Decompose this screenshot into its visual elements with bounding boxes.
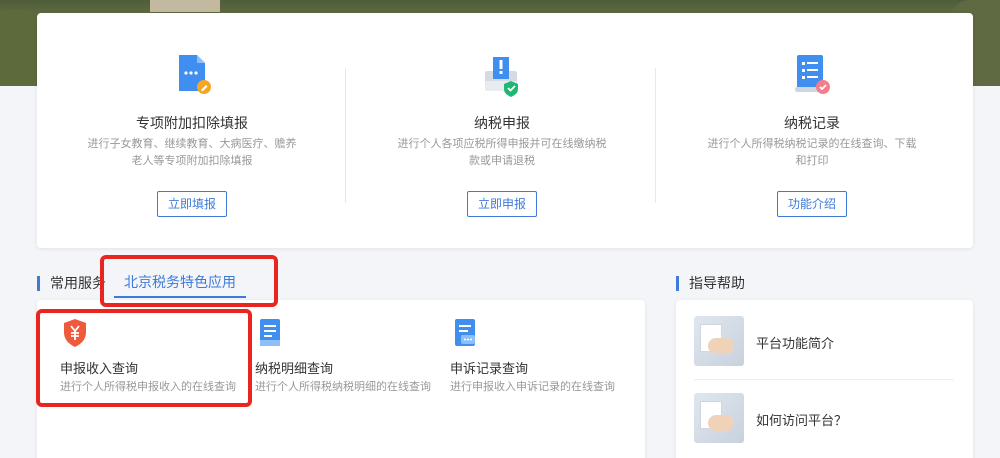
service-title: 纳税申报 [474,116,530,132]
declare-now-button[interactable]: 立即申报 [467,191,537,217]
tax-declaration-icon [479,51,525,97]
feature-intro-button[interactable]: 功能介绍 [777,191,847,217]
document-edit-icon [169,51,215,97]
service-tax-declaration: 纳税申报 进行个人各项应税所得申报并可在线缴纳税款或申请退税 立即申报 [347,13,657,248]
help-item-label: 平台功能简介 [756,337,835,352]
shield-yen-icon [62,318,88,348]
tab-beijing-tax-apps[interactable]: 北京税务特色应用 [114,272,246,298]
service-name: 申报收入查询 [60,362,139,377]
help-header: 指导帮助 [676,272,745,294]
service-name: 申诉记录查询 [450,362,529,377]
service-name: 纳税明细查询 [255,362,334,377]
tax-record-icon [789,51,835,97]
message-document-icon [452,318,478,348]
divider [694,379,954,380]
service-title: 纳税记录 [784,116,840,132]
banner-great-wall [150,0,220,12]
main-services-panel: 专项附加扣除填报 进行子女教育、继续教育、大病医疗、赡养老人等专项附加扣除填报 … [37,13,973,248]
service-subtitle: 进行个人所得税纳税明细的在线查询 [255,380,431,393]
list-document-icon [257,318,283,348]
help-thumbnail [694,316,744,366]
section-marker [37,275,40,291]
service-special-deduction: 专项附加扣除填报 进行子女教育、继续教育、大病医疗、赡养老人等专项附加扣除填报 … [37,13,347,248]
service-title: 专项附加扣除填报 [136,116,248,132]
help-thumbnail [694,393,744,443]
help-item-platform-intro[interactable]: 平台功能简介 [694,316,954,376]
service-subtitle: 进行个人所得税申报收入的在线查询 [60,380,236,393]
help-item-how-to-access[interactable]: 如何访问平台？ [694,393,954,453]
help-title: 指导帮助 [689,276,745,292]
common-services-header: 常用服务 [37,272,106,294]
service-subtitle: 进行申报收入申诉记录的在线查询 [450,380,615,393]
service-appeal-record-query[interactable]: 申诉记录查询 进行申报收入申诉记录的在线查询 [450,315,640,395]
divider [345,68,346,203]
tab-common-services[interactable]: 常用服务 [50,273,106,293]
help-item-label: 如何访问平台？ [756,414,848,429]
divider [655,68,656,203]
help-panel: 平台功能简介 如何访问平台？ [676,300,973,458]
section-marker [676,275,679,291]
service-tax-record: 纳税记录 进行个人所得税纳税记录的在线查询、下载和打印 功能介绍 [657,13,967,248]
service-income-query[interactable]: 申报收入查询 进行个人所得税申报收入的在线查询 [60,315,250,395]
service-description: 进行个人所得税纳税记录的在线查询、下载和打印 [707,137,917,167]
service-tax-detail-query[interactable]: 纳税明细查询 进行个人所得税纳税明细的在线查询 [255,315,445,395]
fill-now-button[interactable]: 立即填报 [157,191,227,217]
common-services-panel: 申报收入查询 进行个人所得税申报收入的在线查询 纳税明细查询 进行个人所得税纳税… [37,300,645,458]
service-description: 进行个人各项应税所得申报并可在线缴纳税款或申请退税 [397,137,607,167]
service-description: 进行子女教育、继续教育、大病医疗、赡养老人等专项附加扣除填报 [87,137,297,167]
